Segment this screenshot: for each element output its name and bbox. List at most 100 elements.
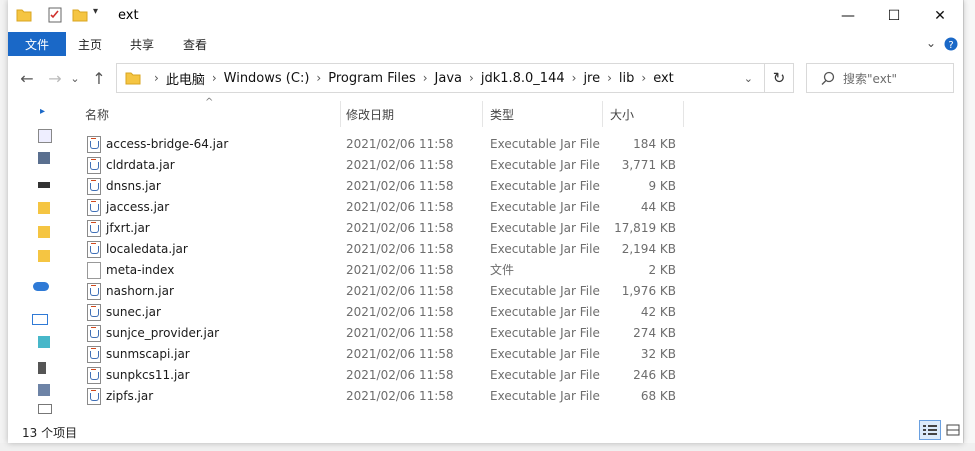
this-pc-icon[interactable] [32, 314, 48, 325]
breadcrumb-item[interactable]: Windows (C:) [224, 71, 310, 86]
table-row[interactable]: access-bridge-64.jar 2021/02/06 11:58 Ex… [80, 134, 690, 155]
folder-icon[interactable] [38, 250, 50, 262]
column-divider[interactable] [340, 101, 341, 127]
file-name: jaccess.jar [106, 200, 170, 214]
file-size: 32 KB [640, 347, 676, 361]
file-size: 274 KB [633, 326, 676, 340]
jar-icon [87, 346, 101, 363]
tab-file[interactable]: 文件 [8, 32, 66, 56]
column-header-name[interactable]: 名称 [85, 101, 109, 127]
svg-text:?: ? [948, 40, 953, 51]
tab-home[interactable]: 主页 [78, 32, 102, 56]
breadcrumb-separator[interactable]: › [212, 71, 217, 85]
item-count: 13 个项目 [22, 426, 78, 440]
column-divider[interactable] [602, 101, 603, 127]
table-row[interactable]: cldrdata.jar 2021/02/06 11:58 Executable… [80, 155, 690, 176]
quick-access-dropdown-icon[interactable]: ▾ [93, 6, 98, 17]
breadcrumb-item[interactable]: lib [619, 71, 634, 86]
table-row[interactable]: sunec.jar 2021/02/06 11:58 Executable Ja… [80, 302, 690, 323]
table-row[interactable]: jaccess.jar 2021/02/06 11:58 Executable … [80, 197, 690, 218]
nav-item-icon[interactable] [38, 182, 50, 188]
background-app-right [963, 0, 975, 451]
search-icon [821, 71, 835, 85]
table-row[interactable]: dnsns.jar 2021/02/06 11:58 Executable Ja… [80, 176, 690, 197]
file-type: Executable Jar File [490, 305, 600, 319]
back-arrow-icon: ← [20, 68, 34, 88]
address-dropdown-icon[interactable]: ⌄ [744, 72, 753, 85]
file-date: 2021/02/06 11:58 [346, 305, 454, 319]
file-date: 2021/02/06 11:58 [346, 179, 454, 193]
recent-locations-button[interactable]: ⌄ [68, 66, 82, 90]
details-view-button[interactable] [919, 420, 941, 440]
jar-icon [87, 367, 101, 384]
back-button[interactable]: ← [16, 66, 38, 90]
file-date: 2021/02/06 11:58 [346, 242, 454, 256]
help-icon[interactable]: ? [944, 37, 958, 51]
breadcrumb-separator[interactable]: › [154, 71, 159, 85]
nav-item-icon[interactable] [38, 336, 50, 348]
file-name: nashorn.jar [106, 284, 174, 298]
folder-icon[interactable] [38, 226, 50, 238]
table-row[interactable]: meta-index 2021/02/06 11:58 文件 2 KB [80, 260, 690, 281]
breadcrumb-separator[interactable]: › [641, 71, 646, 85]
new-folder-icon[interactable] [72, 8, 88, 22]
breadcrumb-separator[interactable]: › [423, 71, 428, 85]
column-divider[interactable] [482, 101, 483, 127]
table-row[interactable]: nashorn.jar 2021/02/06 11:58 Executable … [80, 281, 690, 302]
breadcrumb-item[interactable]: Java [435, 71, 462, 86]
table-row[interactable]: jfxrt.jar 2021/02/06 11:58 Executable Ja… [80, 218, 690, 239]
file-size: 1,976 KB [621, 284, 676, 298]
refresh-button[interactable]: ↻ [764, 63, 794, 93]
nav-item-icon[interactable] [38, 129, 52, 143]
breadcrumb-separator[interactable]: › [607, 71, 612, 85]
nav-item-icon[interactable] [38, 404, 52, 414]
breadcrumb-item[interactable]: jre [583, 71, 600, 86]
folder-icon[interactable] [38, 202, 50, 214]
forward-button[interactable]: → [44, 66, 66, 90]
breadcrumb-item[interactable]: Program Files [328, 71, 416, 86]
column-header-size[interactable]: 大小 [610, 101, 634, 127]
jar-icon [87, 136, 101, 153]
nav-item-icon[interactable] [38, 384, 50, 396]
table-row[interactable]: sunjce_provider.jar 2021/02/06 11:58 Exe… [80, 323, 690, 344]
close-button[interactable]: ✕ [917, 0, 963, 32]
table-row[interactable]: localedata.jar 2021/02/06 11:58 Executab… [80, 239, 690, 260]
table-row[interactable]: sunpkcs11.jar 2021/02/06 11:58 Executabl… [80, 365, 690, 386]
nav-item-icon[interactable] [38, 152, 50, 164]
properties-icon[interactable] [48, 7, 62, 23]
search-box[interactable]: 搜索"ext" [806, 63, 954, 93]
maximize-button[interactable]: ☐ [871, 0, 917, 32]
file-size: 246 KB [633, 368, 676, 382]
nav-expand-icon[interactable]: ▸ [40, 106, 45, 117]
breadcrumb-separator[interactable]: › [572, 71, 577, 85]
column-divider[interactable] [683, 101, 684, 127]
large-icons-view-button[interactable] [942, 420, 964, 440]
file-date: 2021/02/06 11:58 [346, 158, 454, 172]
breadcrumb-item[interactable]: jdk1.8.0_144 [481, 71, 565, 86]
tab-share[interactable]: 共享 [130, 32, 154, 56]
navigation-pane[interactable]: ▸ [8, 96, 58, 414]
expand-ribbon-icon[interactable]: ⌄ [926, 36, 936, 50]
file-type: Executable Jar File [490, 221, 600, 235]
file-size: 17,819 KB [614, 221, 676, 235]
up-button[interactable]: ↑ [88, 66, 110, 90]
file-date: 2021/02/06 11:58 [346, 137, 454, 151]
jar-icon [87, 283, 101, 300]
address-bar[interactable]: › 此电脑 › Windows (C:) › Program Files › J… [116, 63, 794, 93]
breadcrumb-separator[interactable]: › [316, 71, 321, 85]
breadcrumb-current[interactable]: ext [653, 71, 674, 86]
nav-item-icon[interactable] [38, 362, 46, 374]
onedrive-icon[interactable] [33, 282, 49, 291]
column-header-date[interactable]: 修改日期 [346, 101, 394, 127]
minimize-button[interactable]: — [825, 0, 871, 32]
table-row[interactable]: sunmscapi.jar 2021/02/06 11:58 Executabl… [80, 344, 690, 365]
tab-view[interactable]: 查看 [183, 32, 207, 56]
breadcrumb-item[interactable]: 此电脑 [166, 69, 205, 88]
large-icons-view-icon [946, 424, 960, 436]
file-type: Executable Jar File [490, 326, 600, 340]
table-row[interactable]: zipfs.jar 2021/02/06 11:58 Executable Ja… [80, 386, 690, 407]
breadcrumb-separator[interactable]: › [469, 71, 474, 85]
column-header-type[interactable]: 类型 [490, 101, 514, 127]
details-view-icon [923, 425, 937, 435]
file-type: Executable Jar File [490, 179, 600, 193]
